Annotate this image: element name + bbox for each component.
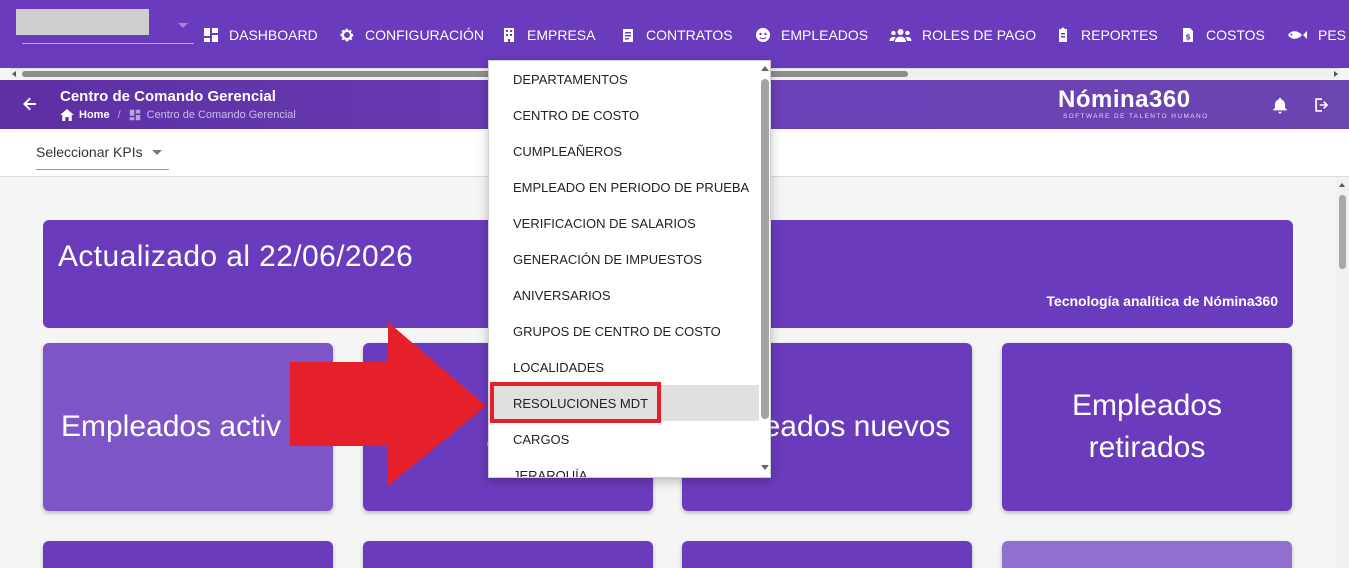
contract-icon	[623, 29, 633, 42]
menu-item-generacion-de-impuestos[interactable]: GENERACIÓN DE IMPUESTOS	[489, 241, 759, 277]
company-select[interactable]	[16, 9, 149, 35]
users-icon	[889, 29, 912, 42]
chevron-down-icon[interactable]	[178, 23, 188, 28]
nav-label: CONTRATOS	[646, 27, 733, 43]
logout-icon[interactable]	[1313, 96, 1331, 114]
menu-item-jerarquia[interactable]: JERARQUÍA	[489, 457, 759, 478]
nav-reportes[interactable]: REPORTES	[1055, 24, 1158, 46]
menu-item-grupos-centro-de-costo[interactable]: GRUPOS DE CENTRO DE COSTO	[489, 313, 759, 349]
card-row2-4[interactable]	[1002, 541, 1292, 568]
menu-item-departamentos[interactable]: DEPARTAMENTOS	[489, 61, 759, 97]
breadcrumb: Home / Centro de Comando Gerencial	[60, 109, 296, 121]
nav-label: COSTOS	[1206, 27, 1265, 43]
company-select-underline	[22, 43, 194, 44]
scroll-up-icon[interactable]	[1339, 183, 1345, 187]
nav-label: CONFIGURACIÓN	[365, 27, 484, 43]
scroll-up-icon[interactable]	[761, 66, 769, 71]
building-icon	[504, 28, 514, 42]
menu-item-periodo-de-prueba[interactable]: EMPLEADO EN PERIODO DE PRUEBA	[489, 169, 759, 205]
bell-icon[interactable]	[1271, 96, 1289, 114]
card-empleados-retirados[interactable]: Empleados retirados	[1002, 343, 1292, 511]
cost-file-icon: $	[1183, 28, 1193, 42]
nav-label: PES	[1318, 27, 1347, 43]
card-label: Empleados retirados	[1071, 389, 1223, 464]
menu-scrollbar[interactable]	[759, 61, 770, 477]
menu-item-verificacion-de-salarios[interactable]: VERIFICACION DE SALARIOS	[489, 205, 759, 241]
nav-pes[interactable]: PES	[1286, 24, 1346, 46]
scroll-right-icon[interactable]	[1334, 71, 1338, 77]
breadcrumb-separator: /	[117, 109, 121, 121]
home-icon[interactable]	[60, 109, 74, 121]
dashboard-icon	[129, 109, 140, 121]
scroll-down-icon[interactable]	[761, 465, 769, 470]
kpi-select-underline	[36, 169, 169, 170]
scroll-left-icon[interactable]	[12, 71, 16, 77]
nav-label: EMPRESA	[527, 27, 596, 43]
menu-item-localidades[interactable]: LOCALIDADES	[489, 349, 759, 385]
nav-empresa[interactable]: EMPRESA	[501, 24, 595, 46]
nav-label: ROLES DE PAGO	[922, 27, 1037, 43]
nav-dashboard[interactable]: DASHBOARD	[203, 24, 318, 46]
breadcrumb-home[interactable]: Home	[79, 109, 110, 121]
nav-label: EMPLEADOS	[781, 27, 869, 43]
fish-icon	[1288, 31, 1307, 39]
top-nav: DASHBOARD CONFIGURACIÓN EMPRESA CONTRATO…	[0, 0, 1349, 68]
brand-tagline: SOFTWARE DE TALENTO HUMANO	[1063, 113, 1209, 120]
nav-contratos[interactable]: CONTRATOS	[620, 24, 733, 46]
nav-label: REPORTES	[1081, 27, 1158, 43]
svg-text:$: $	[1185, 33, 1191, 42]
brand-logo: Nómina360	[1058, 86, 1191, 113]
menu-item-cargos[interactable]: CARGOS	[489, 421, 759, 457]
employee-icon	[756, 28, 770, 42]
red-arrow-annotation	[290, 322, 486, 486]
breadcrumb-current: Centro de Comando Gerencial	[146, 109, 296, 121]
horizontal-scrollbar-thumb[interactable]	[22, 71, 908, 77]
gear-icon	[340, 28, 354, 42]
banner-title: Actualizado al 22/06/2026	[58, 240, 414, 273]
banner-subtitle: Tecnología analítica de Nómina360	[1046, 293, 1278, 309]
chevron-down-icon[interactable]	[152, 150, 162, 155]
menu-item-cumpleaneros[interactable]: CUMPLEAÑEROS	[489, 133, 759, 169]
card-row2-3[interactable]	[682, 541, 972, 568]
card-row2-1[interactable]	[43, 541, 333, 568]
menu-item-aniversarios[interactable]: ANIVERSARIOS	[489, 277, 759, 313]
card-label: eados nuevos	[763, 410, 951, 443]
nav-roles-de-pago[interactable]: ROLES DE PAGO	[889, 24, 1036, 46]
nav-configuracion[interactable]: CONFIGURACIÓN	[339, 24, 484, 46]
vertical-scrollbar-thumb[interactable]	[1339, 195, 1346, 269]
nav-empleados[interactable]: EMPLEADOS	[755, 24, 868, 46]
vertical-scrollbar[interactable]	[1336, 178, 1349, 568]
red-highlight-box	[490, 382, 661, 423]
dashboard-icon	[204, 28, 218, 42]
back-arrow-icon[interactable]	[22, 96, 38, 112]
card-row2-2[interactable]	[363, 541, 653, 568]
menu-scrollbar-thumb[interactable]	[761, 79, 769, 419]
kpi-select[interactable]: Seleccionar KPIs	[36, 144, 143, 160]
clipboard-icon	[1059, 27, 1067, 42]
nav-costos[interactable]: $ COSTOS	[1180, 24, 1265, 46]
page-title: Centro de Comando Gerencial	[60, 88, 276, 105]
nav-label: DASHBOARD	[229, 27, 318, 43]
menu-item-centro-de-costo[interactable]: CENTRO DE COSTO	[489, 97, 759, 133]
